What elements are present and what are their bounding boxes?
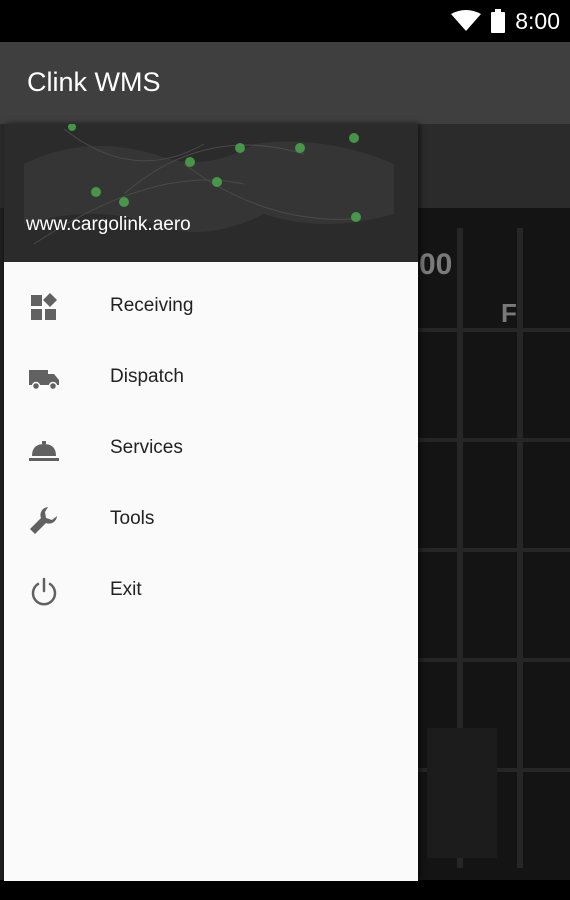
menu-label-exit: Exit — [110, 579, 142, 600]
truck-icon — [29, 370, 59, 391]
menu-item-exit[interactable]: Exit — [4, 556, 418, 627]
power-icon — [31, 577, 57, 606]
battery-icon — [491, 9, 506, 33]
receiving-icon — [31, 293, 57, 320]
app-title: Clink WMS — [27, 67, 161, 97]
navigation-drawer: www.cargolink.aero Receiving Dispatch Se… — [4, 124, 418, 881]
rack-sign: 00 — [419, 248, 453, 281]
rack-shelf — [417, 438, 570, 442]
rack-shelf — [417, 658, 570, 662]
menu-label-services: Services — [110, 437, 183, 458]
menu-item-tools[interactable]: Tools — [4, 485, 418, 556]
wrench-icon — [30, 507, 57, 534]
menu-label-receiving: Receiving — [110, 295, 194, 316]
rack-shelf — [417, 548, 570, 552]
menu-item-dispatch[interactable]: Dispatch — [4, 343, 418, 414]
warehouse-background-image: 00 F — [417, 208, 570, 880]
world-map-graphic — [4, 124, 418, 262]
pallet-box — [427, 728, 497, 858]
system-navigation-bar — [0, 881, 570, 900]
menu-item-receiving[interactable]: Receiving — [4, 272, 418, 343]
wifi-icon — [451, 10, 482, 31]
drawer-header: www.cargolink.aero — [4, 124, 418, 262]
rack-sign-letter: F — [501, 298, 517, 328]
menu-label-dispatch: Dispatch — [110, 366, 184, 387]
menu-item-services[interactable]: Services — [4, 414, 418, 485]
rack-shelf — [417, 328, 570, 332]
room-service-icon — [29, 441, 59, 461]
drawer-menu: Receiving Dispatch Services Tools Exit — [4, 272, 418, 627]
device-screen: 8:00 Clink WMS 00 F www.cargolink.aero R… — [0, 0, 570, 900]
menu-label-tools: Tools — [110, 508, 155, 529]
app-bar: Clink WMS — [0, 42, 570, 124]
status-time: 8:00 — [515, 8, 560, 34]
status-bar: 8:00 — [0, 0, 570, 42]
status-icons: 8:00 — [451, 8, 560, 34]
header-url[interactable]: www.cargolink.aero — [26, 214, 191, 236]
